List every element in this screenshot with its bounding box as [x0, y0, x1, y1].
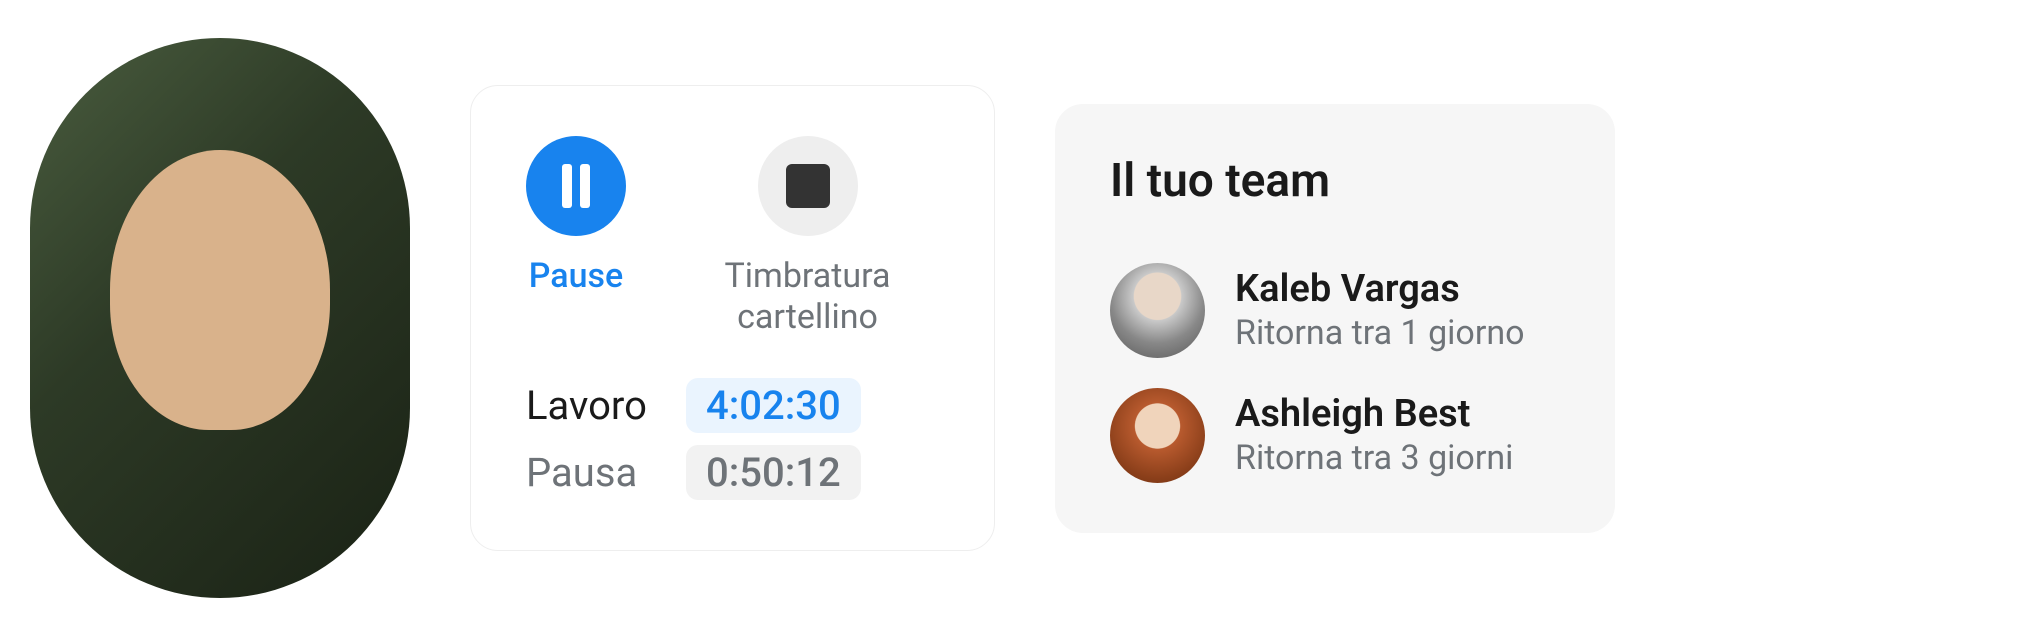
work-time-row: Lavoro 4:02:30	[526, 378, 939, 433]
clockout-button[interactable]: Timbratura cartellino	[676, 136, 939, 338]
break-time-label: Pausa	[526, 449, 666, 496]
member-name: Ashleigh Best	[1235, 392, 1513, 436]
team-title: Il tuo team	[1110, 154, 1560, 208]
pause-button[interactable]: Pause	[526, 136, 626, 338]
work-time-label: Lavoro	[526, 382, 666, 429]
break-time-value: 0:50:12	[686, 445, 861, 500]
work-time-value: 4:02:30	[686, 378, 861, 433]
member-status: Ritorna tra 1 giorno	[1235, 313, 1525, 353]
time-tracker-card: Pause Timbratura cartellino Lavoro 4:02:…	[470, 85, 995, 551]
team-card: Il tuo team Kaleb Vargas Ritorna tra 1 g…	[1055, 104, 1615, 533]
avatar	[1110, 388, 1205, 483]
stop-icon	[758, 136, 858, 236]
avatar	[1110, 263, 1205, 358]
profile-photo	[30, 38, 410, 598]
team-member[interactable]: Ashleigh Best Ritorna tra 3 giorni	[1110, 388, 1560, 483]
member-status: Ritorna tra 3 giorni	[1235, 438, 1513, 478]
member-name: Kaleb Vargas	[1235, 267, 1525, 311]
pause-button-label: Pause	[529, 256, 623, 297]
clockout-button-label: Timbratura cartellino	[676, 256, 939, 338]
team-member[interactable]: Kaleb Vargas Ritorna tra 1 giorno	[1110, 263, 1560, 358]
pause-icon	[526, 136, 626, 236]
break-time-row: Pausa 0:50:12	[526, 445, 939, 500]
